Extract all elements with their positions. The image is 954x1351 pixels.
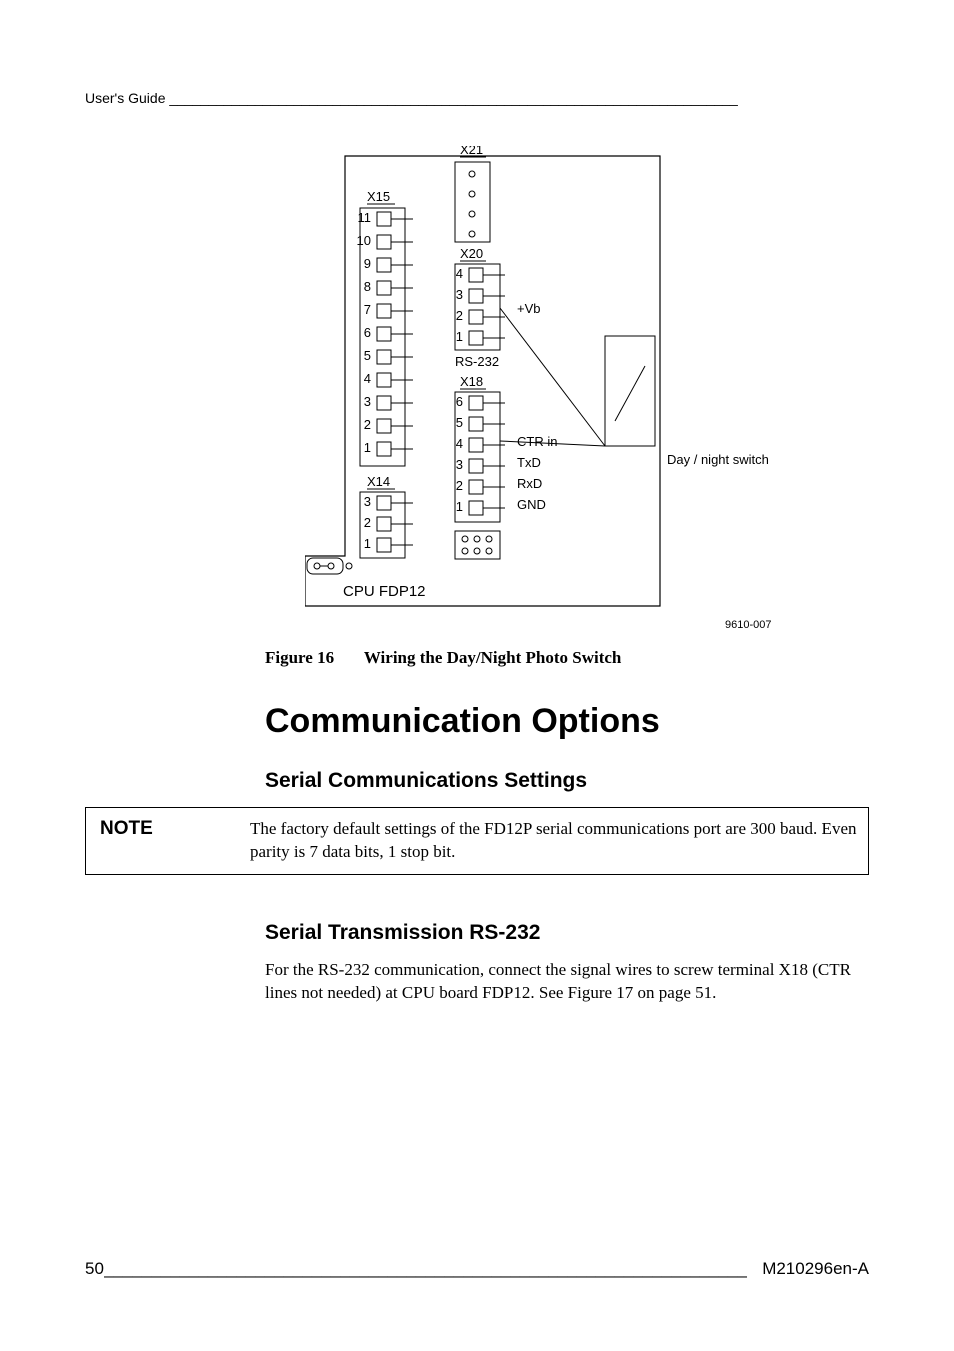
svg-text:2: 2	[364, 417, 371, 432]
svg-text:3: 3	[456, 457, 463, 472]
figure-number: Figure 16	[265, 648, 334, 667]
label-ctr-in: CTR in	[517, 434, 557, 449]
svg-text:2: 2	[364, 515, 371, 530]
svg-text:10: 10	[357, 233, 371, 248]
label-gnd: GND	[517, 497, 546, 512]
label-rxd: RxD	[517, 476, 542, 491]
note-label: NOTE	[100, 818, 250, 864]
figure-caption: Figure 16 Wiring the Day/Night Photo Swi…	[265, 648, 869, 668]
label-x18: X18	[460, 374, 483, 389]
running-header: User's Guide ___________________________…	[85, 90, 869, 106]
figure-image-code: 9610-007	[725, 619, 772, 631]
note-box: NOTE The factory default settings of the…	[85, 807, 869, 875]
svg-text:1: 1	[364, 536, 371, 551]
figure-title: Wiring the Day/Night Photo Switch	[364, 648, 622, 667]
svg-text:3: 3	[456, 287, 463, 302]
svg-text:6: 6	[456, 394, 463, 409]
svg-text:1: 1	[456, 329, 463, 344]
label-cpu: CPU FDP12	[343, 583, 426, 600]
svg-text:4: 4	[456, 266, 463, 281]
svg-text:6: 6	[364, 325, 371, 340]
label-txd: TxD	[517, 455, 541, 470]
heading-communication-options: Communication Options	[265, 702, 869, 741]
label-rs232: RS-232	[455, 354, 499, 369]
svg-text:4: 4	[456, 436, 463, 451]
svg-text:9: 9	[364, 256, 371, 271]
wiring-figure: X21 X15 1110987654321 X20 4321 +Vb	[305, 146, 869, 636]
label-x20: X20	[460, 246, 483, 261]
doc-id: M210296en-A	[762, 1259, 869, 1279]
svg-text:5: 5	[456, 415, 463, 430]
svg-text:4: 4	[364, 371, 371, 386]
svg-text:8: 8	[364, 279, 371, 294]
svg-text:2: 2	[456, 308, 463, 323]
page-number: 50	[85, 1259, 104, 1279]
label-x21: X21	[460, 146, 483, 157]
heading-serial-rs232: Serial Transmission RS-232	[265, 921, 869, 945]
note-text: The factory default settings of the FD12…	[250, 818, 860, 864]
label-day-night-switch: Day / night switch	[667, 452, 769, 467]
svg-text:5: 5	[364, 348, 371, 363]
footer-rule: ________________________________________…	[104, 1259, 762, 1279]
svg-text:3: 3	[364, 494, 371, 509]
svg-text:3: 3	[364, 394, 371, 409]
footer: 50______________________________________…	[85, 1259, 869, 1279]
svg-text:7: 7	[364, 302, 371, 317]
svg-text:1: 1	[364, 440, 371, 455]
heading-serial-comm-settings: Serial Communications Settings	[265, 769, 869, 793]
body-paragraph-rs232: For the RS-232 communication, connect th…	[265, 959, 869, 1005]
svg-text:2: 2	[456, 478, 463, 493]
svg-text:1: 1	[456, 499, 463, 514]
svg-text:11: 11	[358, 210, 372, 225]
label-vb: +Vb	[517, 301, 541, 316]
label-x14: X14	[367, 474, 390, 489]
wiring-diagram-svg: X21 X15 1110987654321 X20 4321 +Vb	[305, 146, 805, 636]
label-x15: X15	[367, 189, 390, 204]
